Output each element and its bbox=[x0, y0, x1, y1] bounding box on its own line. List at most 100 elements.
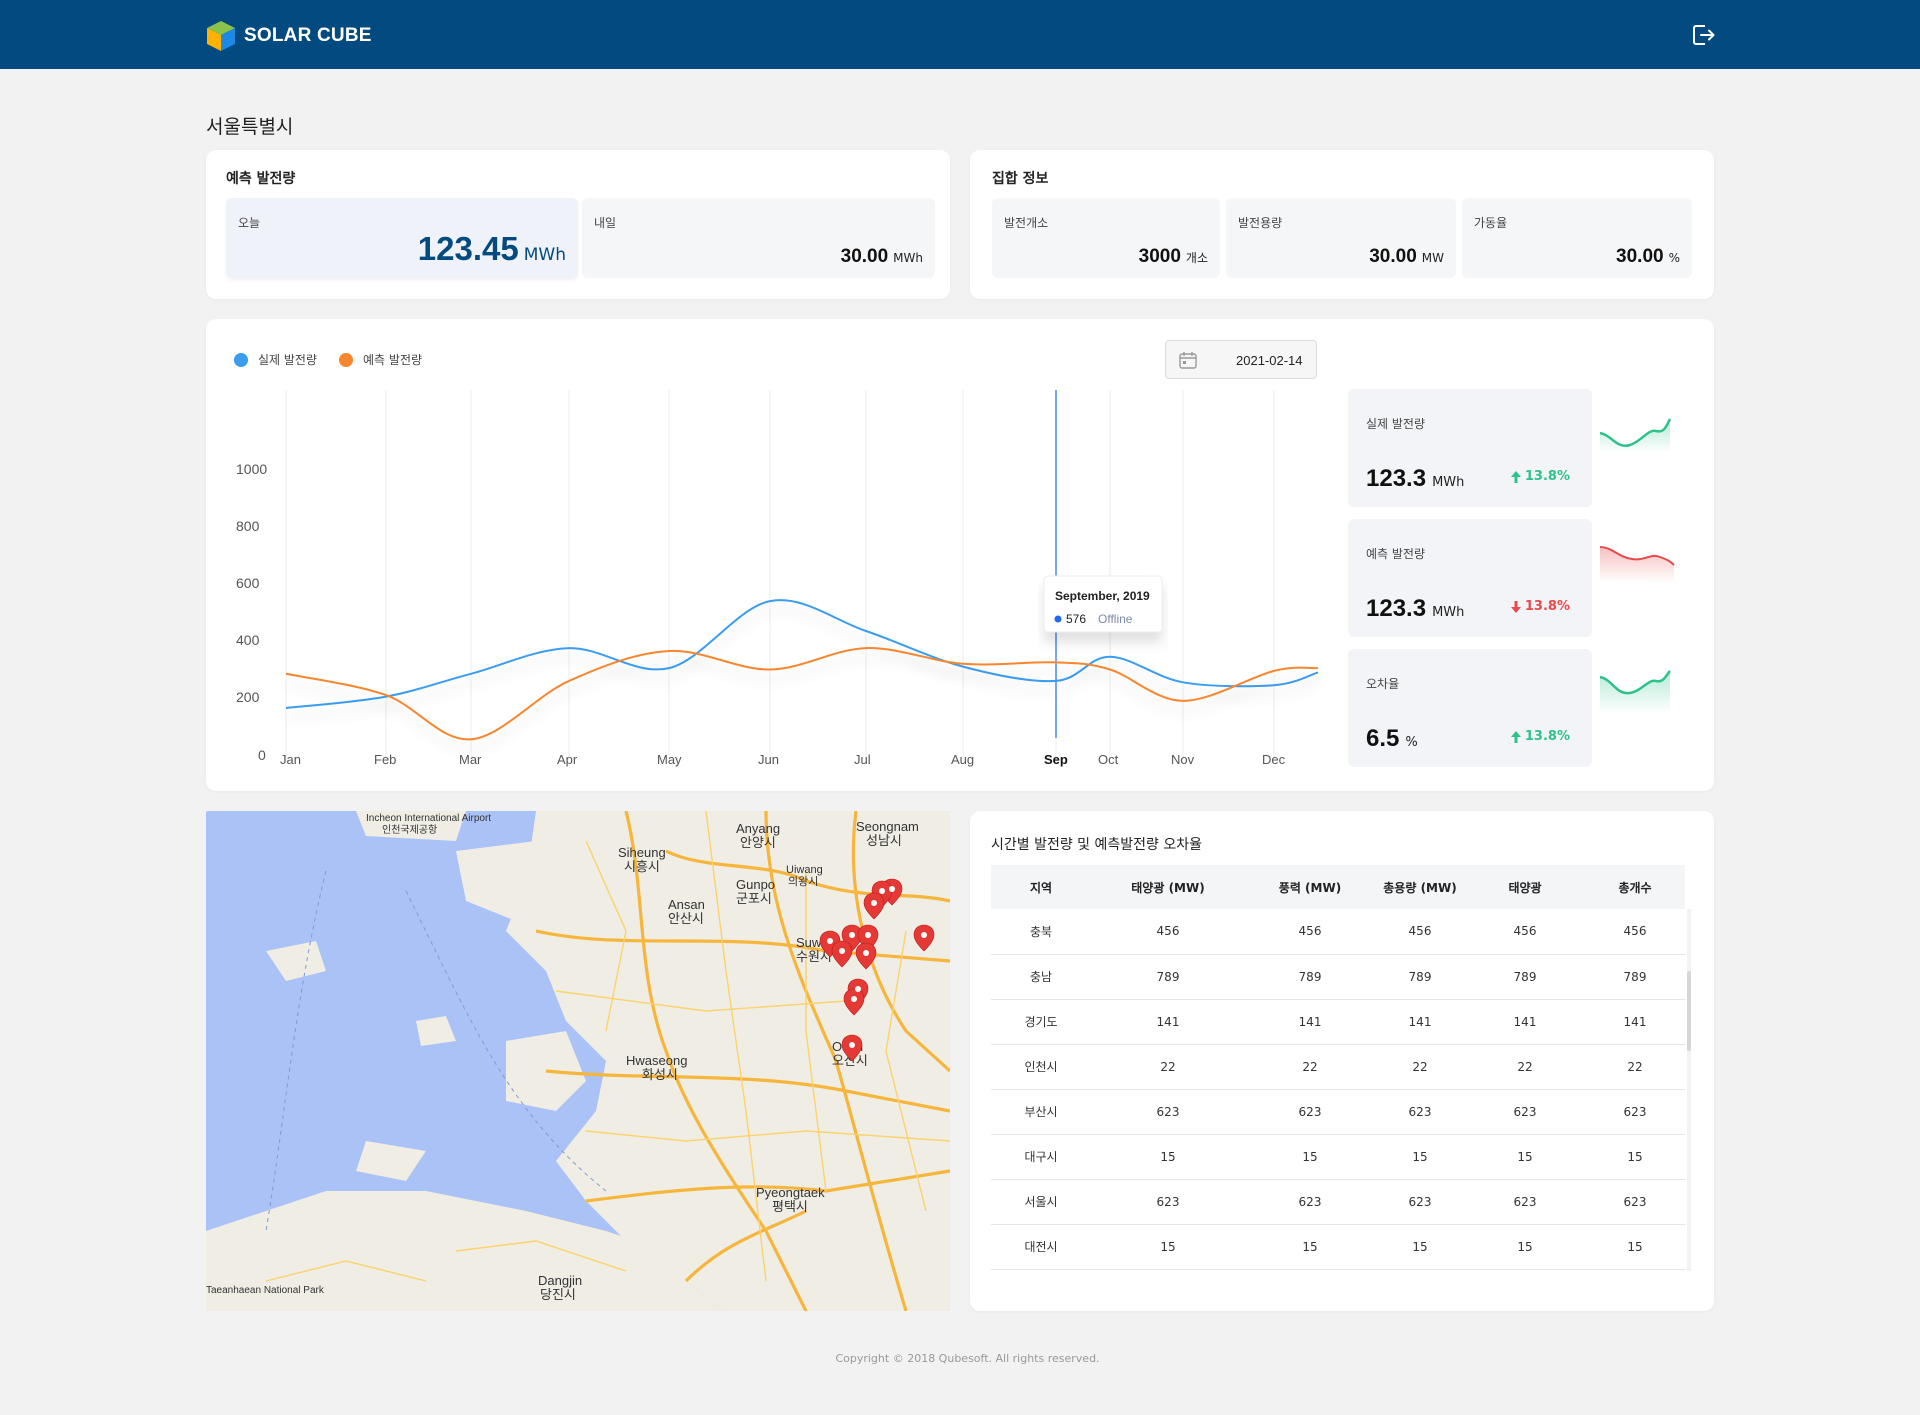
y-tick-label: 1000 bbox=[236, 461, 267, 477]
value-cell: 141 bbox=[1623, 1014, 1647, 1029]
scrollbar-thumb[interactable] bbox=[1687, 971, 1691, 1051]
map-label: 의왕시 bbox=[788, 875, 818, 888]
series-line-forecast[interactable] bbox=[285, 647, 1319, 741]
stat-change-value: 13.8% bbox=[1524, 599, 1570, 614]
stat-change-value: 13.8% bbox=[1524, 469, 1570, 484]
map-label: 평택시 bbox=[772, 1199, 808, 1214]
column-header[interactable]: 태양광 (MW) bbox=[1091, 865, 1245, 909]
value-cell: 15 bbox=[1627, 1149, 1643, 1164]
map-label: Seongnam bbox=[856, 819, 919, 834]
value-cell: 789 bbox=[1408, 969, 1432, 984]
utilization-label: 가동율 bbox=[1474, 216, 1508, 230]
value-cell: 456 bbox=[1298, 924, 1322, 939]
stat-value: 123.3 bbox=[1366, 595, 1427, 622]
utilization-value: 30.00 bbox=[1616, 246, 1664, 267]
x-tick-label: Oct bbox=[1098, 752, 1119, 767]
table-row[interactable]: 충남 789 789 789 789 789 bbox=[991, 954, 1685, 999]
region-cell: 경기도 bbox=[1024, 1015, 1058, 1029]
tooltip-dot bbox=[1054, 615, 1062, 623]
map-label: 성남시 bbox=[866, 833, 902, 848]
table-row[interactable]: 충북 456 456 456 456 456 bbox=[991, 909, 1685, 954]
map-label: Taeanhaean National Park bbox=[206, 1285, 325, 1296]
map-canvas[interactable]: Incheon International Airport 인천국제공항 Any… bbox=[206, 811, 950, 1311]
value-cell: 15 bbox=[1302, 1149, 1318, 1164]
value-cell: 15 bbox=[1412, 1239, 1428, 1254]
stat-label: 오차율 bbox=[1366, 677, 1400, 691]
table-row[interactable]: 서울시 623 623 623 623 623 bbox=[991, 1179, 1685, 1224]
table-row[interactable]: 인천시 22 22 22 22 22 bbox=[991, 1044, 1685, 1089]
stat-unit: MWh bbox=[1432, 475, 1465, 490]
map-label: 인천국제공항 bbox=[382, 824, 437, 836]
column-header[interactable]: 총개수 bbox=[1585, 865, 1685, 909]
today-unit: MWh bbox=[523, 245, 566, 265]
y-tick-label: 400 bbox=[236, 632, 260, 648]
x-tick-label: Aug bbox=[951, 752, 974, 767]
map-label: 안산시 bbox=[668, 911, 704, 926]
table-scrollbar[interactable] bbox=[1687, 909, 1691, 1271]
logout-icon[interactable] bbox=[1690, 22, 1716, 48]
aggregate-card: 집합 정보 발전개소 3000 개소 발전용량 30.00 MW 가동율 30.… bbox=[970, 150, 1714, 299]
column-header[interactable]: 지역 bbox=[991, 865, 1091, 909]
sites-unit: 개소 bbox=[1185, 251, 1208, 265]
map-label: 군포시 bbox=[736, 891, 772, 906]
sites-value: 3000 bbox=[1138, 246, 1181, 267]
legend-item-actual[interactable]: 실제 발전량 bbox=[234, 351, 317, 368]
value-cell: 789 bbox=[1623, 969, 1647, 984]
region-map[interactable]: Incheon International Airport 인천국제공항 Any… bbox=[206, 811, 950, 1311]
forecast-today-tile[interactable]: 오늘 123.45 MWh bbox=[226, 198, 578, 278]
today-value: 123.45 bbox=[417, 230, 519, 267]
utilization-unit: % bbox=[1668, 251, 1680, 265]
map-label: Hwaseong bbox=[626, 1053, 687, 1068]
value-cell: 15 bbox=[1627, 1239, 1643, 1254]
column-header[interactable]: 풍력 (MW) bbox=[1245, 865, 1375, 909]
value-cell: 789 bbox=[1156, 969, 1180, 984]
value-cell: 623 bbox=[1156, 1194, 1180, 1209]
map-label: Incheon International Airport bbox=[366, 813, 491, 824]
value-cell: 623 bbox=[1623, 1104, 1647, 1119]
generation-line-chart[interactable]: 0 200 400 600 800 1000 Jan Feb Mar Apr May Jun Jul Au… bbox=[206, 380, 1326, 780]
value-cell: 15 bbox=[1517, 1149, 1533, 1164]
table-row[interactable]: 대전시 15 15 15 15 15 bbox=[991, 1224, 1685, 1269]
map-label: Gunpo bbox=[736, 877, 775, 892]
stat-card-actual: 실제 발전량 123.3 MWh 13.8% bbox=[1348, 389, 1672, 507]
date-picker[interactable]: 2021-02-14 bbox=[1165, 340, 1317, 379]
column-header[interactable]: 태양광 bbox=[1465, 865, 1585, 909]
sparkline-down bbox=[1599, 546, 1675, 583]
x-tick-label: Jan bbox=[280, 752, 301, 767]
x-tick-label: Sep bbox=[1044, 752, 1068, 767]
value-cell: 623 bbox=[1156, 1104, 1180, 1119]
map-label: Uiwang bbox=[786, 864, 823, 876]
column-header[interactable]: 총용량 (MW) bbox=[1375, 865, 1465, 909]
value-cell: 15 bbox=[1517, 1239, 1533, 1254]
table-row[interactable]: 부산시 623 623 623 623 623 bbox=[991, 1089, 1685, 1134]
value-cell: 15 bbox=[1160, 1149, 1176, 1164]
region-table[interactable]: 지역 태양광 (MW) 풍력 (MW) 총용량 (MW) 태양광 총개수 충북 4… bbox=[991, 865, 1694, 1271]
capacity-value: 30.00 bbox=[1369, 246, 1417, 267]
value-cell: 141 bbox=[1156, 1014, 1180, 1029]
series-line-actual[interactable] bbox=[285, 599, 1319, 709]
legend-label-actual: 실제 발전량 bbox=[258, 353, 318, 367]
map-label: Ansan bbox=[668, 897, 705, 912]
forecast-tomorrow-tile[interactable]: 내일 30.00 MWh bbox=[582, 198, 935, 278]
value-cell: 22 bbox=[1412, 1059, 1428, 1074]
table-row[interactable]: 경기도 141 141 141 141 141 bbox=[991, 999, 1685, 1044]
brand-logo[interactable]: SOLAR CUBE bbox=[206, 20, 372, 52]
value-cell: 141 bbox=[1408, 1014, 1432, 1029]
stat-change-value: 13.8% bbox=[1524, 729, 1570, 744]
footer-copyright: Copyright © 2018 Qubesoft. All rights re… bbox=[835, 1352, 1100, 1365]
aggregate-title: 집합 정보 bbox=[992, 171, 1049, 187]
value-cell: 22 bbox=[1627, 1059, 1643, 1074]
value-cell: 456 bbox=[1156, 924, 1180, 939]
sites-tile: 발전개소 3000 개소 bbox=[992, 198, 1220, 278]
stat-unit: % bbox=[1405, 735, 1418, 750]
region-cell: 충남 bbox=[1029, 970, 1053, 984]
x-tick-label: May bbox=[657, 752, 682, 767]
brand-name: SOLAR CUBE bbox=[244, 25, 372, 46]
map-label: 당진시 bbox=[540, 1287, 576, 1302]
value-cell: 623 bbox=[1513, 1104, 1537, 1119]
value-cell: 15 bbox=[1302, 1239, 1318, 1254]
map-label: 안양시 bbox=[740, 835, 776, 850]
legend-item-forecast[interactable]: 예측 발전량 bbox=[339, 351, 422, 368]
table-title: 시간별 발전량 및 예측발전량 오차율 bbox=[991, 837, 1202, 853]
table-row[interactable]: 대구시 15 15 15 15 15 bbox=[991, 1134, 1685, 1179]
